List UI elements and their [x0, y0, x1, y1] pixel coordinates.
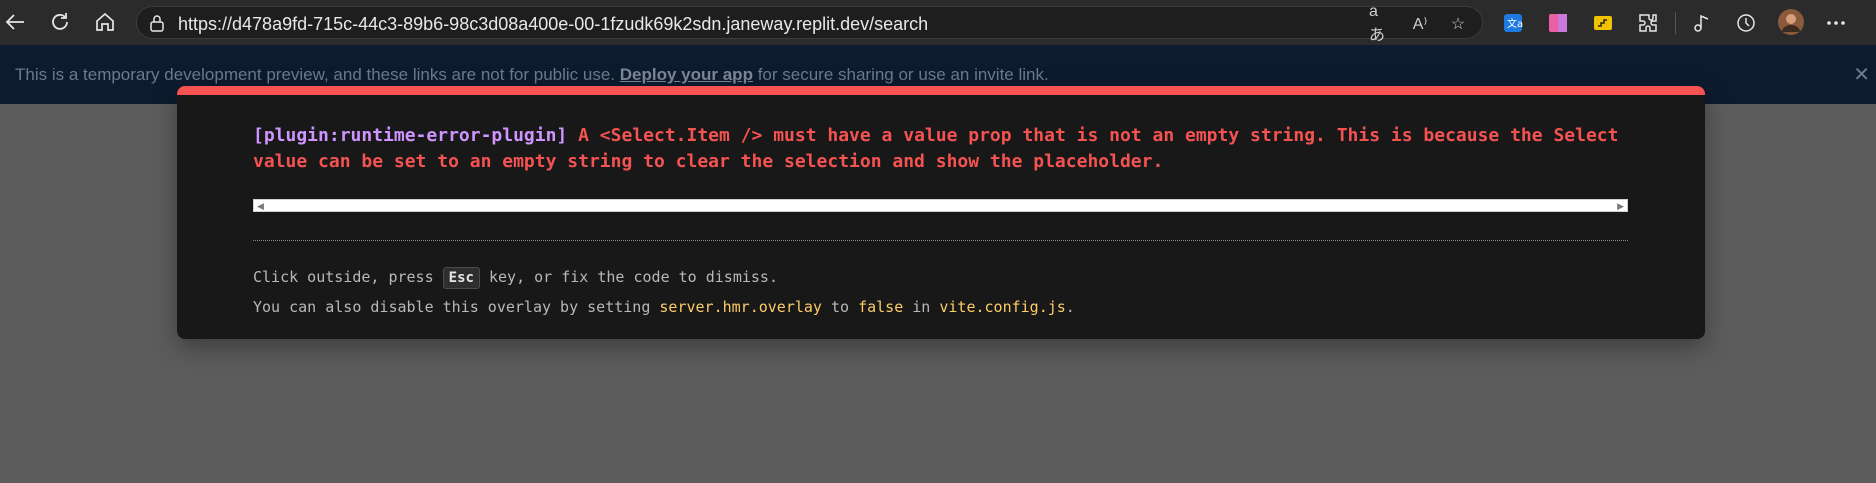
false-code: false — [858, 298, 904, 316]
divider — [253, 240, 1628, 241]
scroll-right-icon[interactable]: ▶ — [1617, 201, 1624, 211]
deploy-app-link[interactable]: Deploy your app — [620, 65, 753, 84]
refresh-icon[interactable] — [45, 7, 75, 37]
browser-toolbar: https://d478a9fd-715c-44c3-89b6-98c3d08a… — [0, 0, 1876, 45]
home-icon[interactable] — [90, 7, 120, 37]
plugin-name: [plugin:runtime-error-plugin] — [253, 125, 568, 146]
tip2-end: . — [1065, 298, 1075, 316]
more-menu-icon[interactable] — [1821, 8, 1851, 38]
back-icon[interactable] — [0, 7, 30, 37]
banner-text-before: This is a temporary development preview,… — [15, 65, 616, 84]
read-aloud-icon[interactable]: A⁾ — [1408, 12, 1432, 36]
tip1-before: Click outside, press — [253, 268, 434, 286]
scroll-left-icon[interactable]: ◀ — [257, 201, 264, 211]
tip2-before: You can also disable this overlay by set… — [253, 298, 651, 316]
tip1-after: key, or fix the code to dismiss. — [488, 268, 778, 286]
banner-text: This is a temporary development preview,… — [15, 65, 1049, 85]
error-overlay[interactable]: [plugin:runtime-error-plugin] A <Select.… — [177, 86, 1705, 339]
dismiss-tip: Click outside, press Esc key, or fix the… — [253, 267, 778, 289]
profile-avatar[interactable] — [1776, 7, 1806, 37]
translator-extension-icon[interactable]: 文a — [1498, 8, 1528, 38]
disable-overlay-tip: You can also disable this overlay by set… — [253, 298, 1075, 316]
translate-icon[interactable]: aあ — [1369, 3, 1393, 44]
favorite-star-icon[interactable]: ☆ — [1446, 12, 1470, 36]
close-icon[interactable]: ✕ — [1853, 62, 1870, 87]
config-file-code: vite.config.js — [939, 298, 1066, 316]
esc-key: Esc — [442, 267, 480, 289]
svg-text:文a: 文a — [1507, 17, 1523, 30]
config-key-code: server.hmr.overlay — [659, 298, 822, 316]
address-bar[interactable]: https://d478a9fd-715c-44c3-89b6-98c3d08a… — [136, 3, 1483, 44]
lock-icon[interactable] — [149, 14, 165, 37]
toolbar-divider — [1675, 12, 1676, 34]
error-message: [plugin:runtime-error-plugin] A <Select.… — [253, 123, 1653, 175]
history-icon[interactable] — [1731, 8, 1761, 38]
horizontal-scrollbar[interactable]: ◀ ▶ — [253, 199, 1628, 212]
pink-extension-icon[interactable] — [1543, 8, 1573, 38]
extensions-puzzle-icon[interactable] — [1633, 8, 1663, 38]
banner-text-after: for secure sharing or use an invite link… — [757, 65, 1049, 84]
tip2-in: in — [912, 298, 931, 316]
url-text[interactable]: https://d478a9fd-715c-44c3-89b6-98c3d08a… — [178, 14, 928, 35]
media-icon[interactable] — [1686, 8, 1716, 38]
tip2-mid: to — [830, 298, 850, 316]
yellow-extension-icon[interactable] — [1588, 8, 1618, 38]
